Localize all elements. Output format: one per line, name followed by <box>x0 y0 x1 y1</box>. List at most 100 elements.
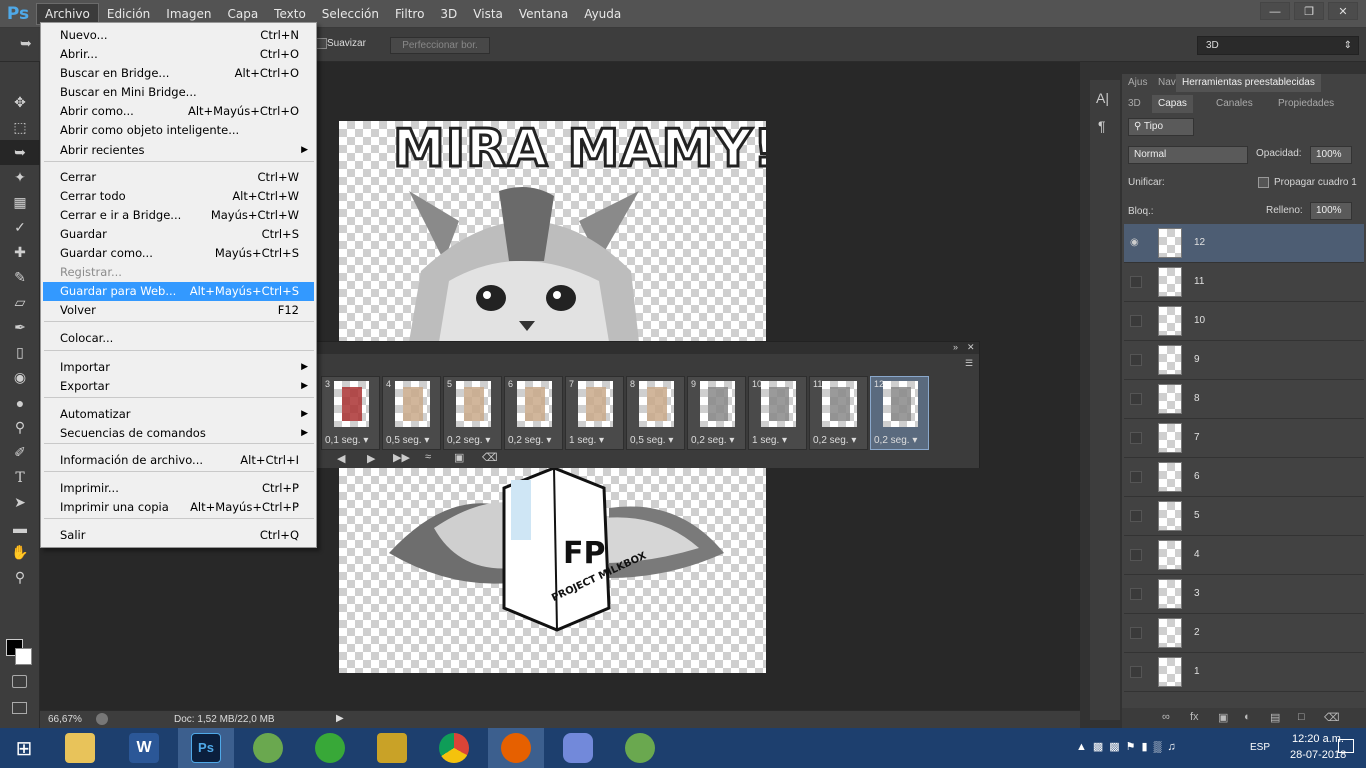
tray-icons[interactable]: ▲▩▩⚑▮▒♫ <box>1076 740 1182 753</box>
collapse-icon[interactable]: » <box>953 342 958 352</box>
layer-name[interactable]: 7 <box>1194 432 1200 443</box>
menu-3d[interactable]: 3D <box>432 0 465 28</box>
visibility-toggle[interactable] <box>1130 315 1142 327</box>
frame-delay[interactable]: 0,5 seg. ▾ <box>630 435 673 446</box>
tab-channels[interactable]: Canales <box>1210 95 1259 113</box>
timeline-frame[interactable]: 3 0,1 seg. ▾ <box>321 376 380 450</box>
layer-name[interactable]: 8 <box>1194 393 1200 404</box>
notification-icon[interactable] <box>1338 739 1354 753</box>
taskbar-app-game[interactable] <box>364 728 420 768</box>
menu-ventana[interactable]: Ventana <box>511 0 576 28</box>
frame-delay[interactable]: 0,2 seg. ▾ <box>447 435 490 446</box>
visibility-toggle[interactable] <box>1130 393 1142 405</box>
layer-name[interactable]: 3 <box>1194 588 1200 599</box>
group-icon[interactable]: ▤ <box>1270 711 1280 724</box>
layer-row[interactable]: 5 <box>1124 497 1364 536</box>
visibility-toggle[interactable] <box>1130 471 1142 483</box>
new-layer-icon[interactable]: □ <box>1298 711 1305 723</box>
file-menu-item[interactable]: Cerrar e ir a Bridge... Mayús+Ctrl+W <box>43 206 314 225</box>
propagate-checkbox[interactable] <box>1258 177 1269 188</box>
start-button[interactable]: ⊞ <box>0 728 48 768</box>
fx-icon[interactable]: fx <box>1190 711 1199 723</box>
menu-seleccion[interactable]: Selección <box>314 0 387 28</box>
layer-name[interactable]: 1 <box>1194 666 1200 677</box>
opacity-field[interactable]: 100% <box>1310 146 1352 164</box>
smooth-checkbox[interactable] <box>316 38 327 49</box>
clock-time[interactable]: 12:20 a.m. <box>1292 733 1344 745</box>
layer-row[interactable]: ◉ 12 <box>1124 224 1364 263</box>
refine-edge-button[interactable]: Perfeccionar bor. <box>390 37 490 54</box>
file-menu-item[interactable]: Automatizar ▶ <box>43 405 314 424</box>
timeline-frame[interactable]: 7 1 seg. ▾ <box>565 376 624 450</box>
document-canvas-top[interactable]: MIRA MAMY! <box>339 121 766 342</box>
adjustment-icon[interactable]: ◐ <box>1244 711 1251 723</box>
file-menu-item[interactable]: Registrar... <box>43 263 314 282</box>
brush-tool-icon[interactable]: ✎ <box>0 265 40 290</box>
tab-properties[interactable]: Propiedades <box>1272 95 1340 113</box>
menu-vista[interactable]: Vista <box>465 0 511 28</box>
trash-icon[interactable]: ⌫ <box>1324 711 1340 724</box>
frame-delay[interactable]: 0,2 seg. ▾ <box>691 435 734 446</box>
taskbar-app-green-2[interactable] <box>302 728 358 768</box>
tab-tool-presets[interactable]: Herramientas preestablecidas <box>1176 74 1321 92</box>
visibility-toggle[interactable] <box>1130 510 1142 522</box>
file-menu-item[interactable]: Guardar para Web... Alt+Mayús+Ctrl+S <box>43 282 314 301</box>
layer-name[interactable]: 2 <box>1194 627 1200 638</box>
duplicate-frame-icon[interactable]: ▣ <box>454 451 464 464</box>
file-menu-item[interactable]: Abrir recientes ▶ <box>43 141 314 160</box>
taskbar-file-explorer[interactable] <box>52 728 108 768</box>
minimize-icon[interactable]: — <box>1260 2 1290 20</box>
file-menu-item[interactable]: Buscar en Bridge... Alt+Ctrl+O <box>43 64 314 83</box>
file-menu-item[interactable]: Secuencias de comandos ▶ <box>43 424 314 443</box>
screen-mode-icon[interactable] <box>12 702 27 714</box>
tween-icon[interactable]: ≈ <box>425 451 431 463</box>
fill-field[interactable]: 100% <box>1310 202 1352 220</box>
layer-row[interactable]: 4 <box>1124 536 1364 575</box>
tab-adjustments[interactable]: Ajus <box>1122 74 1153 92</box>
taskbar-discord[interactable] <box>550 728 606 768</box>
frame-delay[interactable]: 0,5 seg. ▾ <box>386 435 429 446</box>
timeline-frame[interactable]: 10 1 seg. ▾ <box>748 376 807 450</box>
menu-ayuda[interactable]: Ayuda <box>576 0 629 28</box>
layer-row[interactable]: 3 <box>1124 575 1364 614</box>
step-back-icon[interactable]: ◀ <box>337 452 345 465</box>
layer-row[interactable]: 6 <box>1124 458 1364 497</box>
file-menu-item[interactable]: Abrir... Ctrl+O <box>43 45 314 64</box>
file-menu-item[interactable]: Importar ▶ <box>43 358 314 377</box>
layer-name[interactable]: 9 <box>1194 354 1200 365</box>
layer-row[interactable]: 8 <box>1124 380 1364 419</box>
frame-delay[interactable]: 0,2 seg. ▾ <box>813 435 856 446</box>
visibility-toggle[interactable] <box>1130 666 1142 678</box>
eye-icon[interactable]: ◉ <box>1130 237 1142 249</box>
frame-delay[interactable]: 0,2 seg. ▾ <box>874 435 917 446</box>
timeline-frame[interactable]: 6 0,2 seg. ▾ <box>504 376 563 450</box>
stamp-tool-icon[interactable]: ▱ <box>0 290 40 315</box>
file-menu-item[interactable]: Abrir como objeto inteligente... <box>43 121 314 140</box>
shape-tool-icon[interactable]: ▬ <box>0 515 40 540</box>
character-panel-icon[interactable]: A| <box>1096 90 1109 106</box>
timeline-frame[interactable]: 5 0,2 seg. ▾ <box>443 376 502 450</box>
file-menu-item[interactable]: Información de archivo... Alt+Ctrl+I <box>43 451 314 470</box>
hand-tool-icon[interactable]: ✋ <box>0 540 40 565</box>
mask-icon[interactable]: ▣ <box>1218 711 1228 724</box>
lasso-tool-icon[interactable]: ➥ <box>0 140 40 165</box>
file-menu-item[interactable]: Buscar en Mini Bridge... <box>43 83 314 102</box>
background-color-swatch[interactable] <box>15 648 32 665</box>
blend-mode-select[interactable]: Normal <box>1128 146 1248 164</box>
layer-row[interactable]: 2 <box>1124 614 1364 653</box>
file-menu-item[interactable]: Salir Ctrl+Q <box>43 526 314 545</box>
bucket-tool-icon[interactable]: ◉ <box>0 365 40 390</box>
file-menu-item[interactable]: Cerrar Ctrl+W <box>43 168 314 187</box>
timeline-frame[interactable]: 11 0,2 seg. ▾ <box>809 376 868 450</box>
status-info-icon[interactable] <box>96 713 108 725</box>
file-menu-item[interactable]: Guardar Ctrl+S <box>43 225 314 244</box>
pen-tool-icon[interactable]: ✐ <box>0 440 40 465</box>
language-indicator[interactable]: ESP <box>1250 742 1270 753</box>
frame-delay[interactable]: 0,2 seg. ▾ <box>508 435 551 446</box>
layer-name[interactable]: 5 <box>1194 510 1200 521</box>
timeline-frame[interactable]: 4 0,5 seg. ▾ <box>382 376 441 450</box>
link-icon[interactable]: ∞ <box>1162 711 1170 723</box>
marquee-tool-icon[interactable]: ⬚ <box>0 115 40 140</box>
taskbar-chrome[interactable] <box>426 728 482 768</box>
move-tool-icon[interactable]: ✥ <box>0 90 40 115</box>
